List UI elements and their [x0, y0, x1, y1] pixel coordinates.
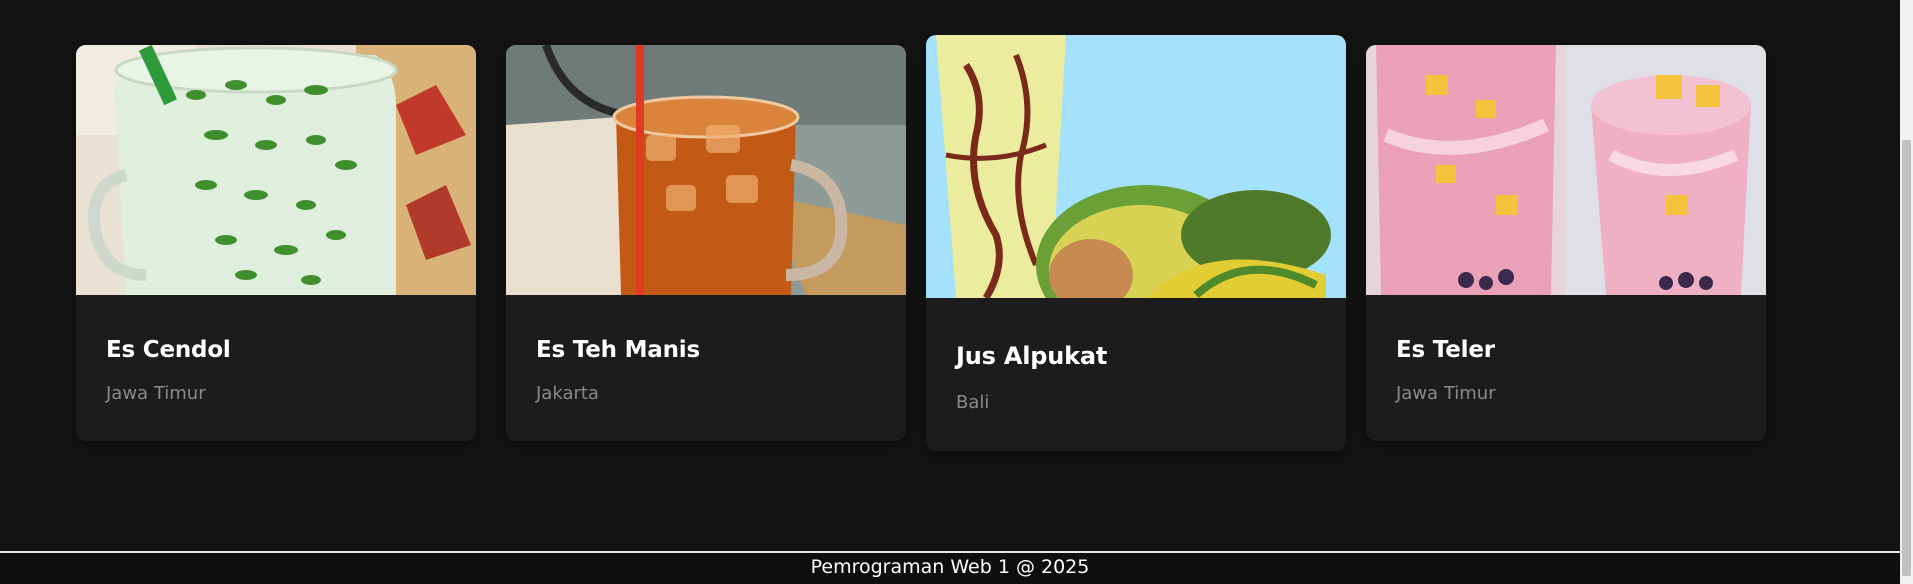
- cendol-picture: [76, 45, 476, 295]
- es-teler-image: [1366, 45, 1766, 295]
- card-title: Es Teh Manis: [536, 337, 700, 363]
- page: Es Cendol Jawa Timur Es Teh Manis Jakart…: [0, 0, 1913, 584]
- card-jus-alpukat[interactable]: Jus Alpukat Bali: [926, 35, 1346, 451]
- card-es-teh-manis[interactable]: Es Teh Manis Jakarta: [506, 45, 906, 441]
- es-cendol-image: [76, 45, 476, 295]
- scrollbar-thumb[interactable]: [1902, 140, 1911, 576]
- teh-manis-picture: [506, 45, 906, 295]
- card-region: Jakarta: [536, 383, 599, 404]
- footer-text: Pemrograman Web 1 @ 2025: [810, 556, 1090, 578]
- es-teler-picture: [1366, 45, 1766, 295]
- card-es-cendol[interactable]: Es Cendol Jawa Timur: [76, 45, 476, 441]
- jus-alpukat-image: [926, 35, 1346, 298]
- card-es-teler[interactable]: Es Teler Jawa Timur: [1366, 45, 1766, 441]
- card-title: Es Cendol: [106, 337, 231, 363]
- card-title: Es Teler: [1396, 337, 1495, 363]
- card-title: Jus Alpukat: [956, 342, 1108, 370]
- vertical-scrollbar[interactable]: [1900, 0, 1913, 584]
- card-region: Bali: [956, 392, 990, 413]
- jus-alpukat-picture: [926, 35, 1346, 298]
- card-region: Jawa Timur: [1396, 383, 1496, 404]
- card-grid: Es Cendol Jawa Timur Es Teh Manis Jakart…: [0, 0, 1900, 552]
- card-region: Jawa Timur: [106, 383, 206, 404]
- es-teh-manis-image: [506, 45, 906, 295]
- footer: Pemrograman Web 1 @ 2025: [0, 551, 1900, 584]
